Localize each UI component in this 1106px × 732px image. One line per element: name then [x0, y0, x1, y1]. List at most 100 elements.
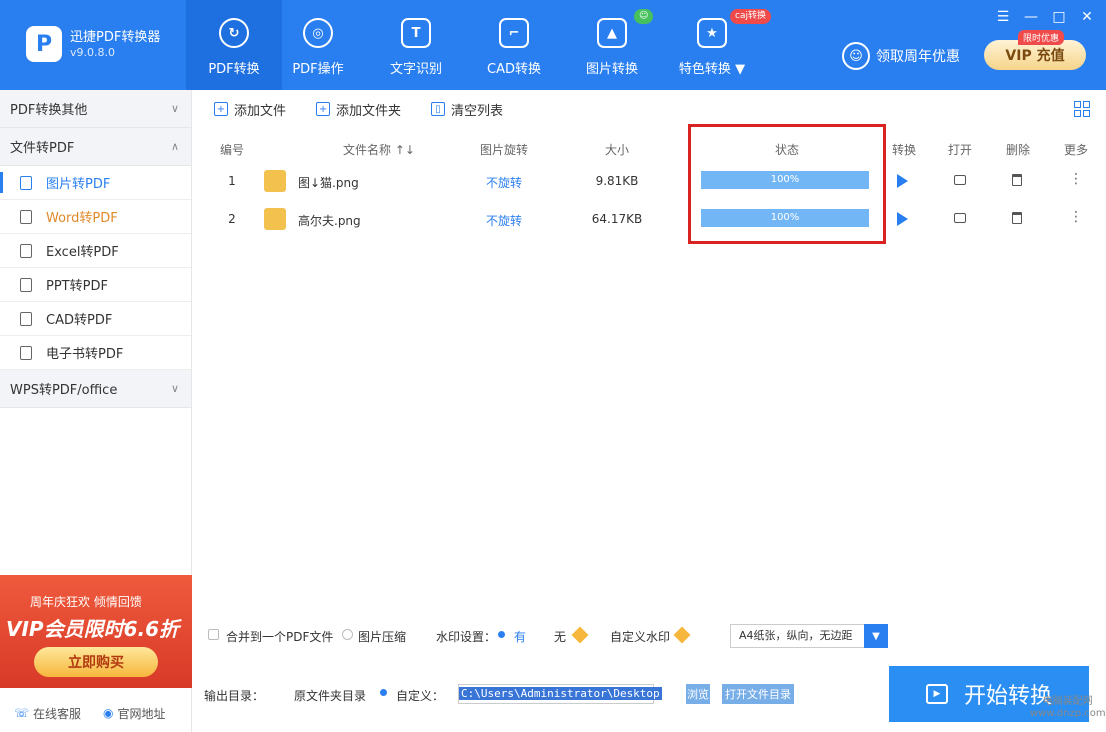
trash-icon: ▯ — [431, 102, 446, 116]
file-size: 64.17KB — [591, 212, 643, 226]
vip-tag: 限时优惠 — [1018, 30, 1065, 45]
col-rotate: 图片旋转 — [479, 143, 528, 157]
caj-badge: caj转换 — [730, 9, 771, 24]
source-dir-option[interactable]: 原文件夹目录 — [294, 687, 366, 704]
app-name: 迅捷PDF转换器 — [70, 30, 161, 45]
refresh-icon: ↻ — [219, 18, 249, 48]
sidebar-item-ebook-to-pdf[interactable]: 电子书转PDF — [0, 336, 191, 370]
merge-label: 合并到一个PDF文件 — [226, 630, 334, 644]
title-bar: P 迅捷PDF转换器 v9.0.8.0 ↻ PDF转换 ◎ PDF操作 T 文字… — [0, 0, 1106, 90]
clear-list-button[interactable]: ▯ 清空列表 — [431, 100, 503, 119]
merge-checkbox[interactable] — [208, 629, 219, 640]
minimize-icon[interactable]: — — [1022, 8, 1040, 26]
vip-diamond-icon — [673, 626, 691, 644]
banner-line2: VIP会员限时6.6折 — [6, 617, 180, 641]
tab-pdf-convert[interactable]: ↻ PDF转换 — [186, 0, 282, 90]
promo-text: 领取周年优惠 — [876, 49, 960, 65]
promo-link[interactable]: ☺ 领取周年优惠 — [842, 42, 960, 70]
sidebar-item-ppt-to-pdf[interactable]: PPT转PDF — [0, 268, 191, 302]
tab-pdf-operate[interactable]: ◎ PDF操作 — [270, 0, 366, 90]
sidebar-group-wps[interactable]: WPS转PDF/office ∨ — [0, 370, 191, 408]
vip-diamond-icon — [571, 626, 589, 644]
buy-now-button[interactable]: 立即购买 — [34, 647, 158, 677]
tab-label: CAD转换 — [487, 62, 541, 77]
site-watermark: 电脑装配网 www.dnzp.com — [1030, 696, 1106, 719]
col-size: 大小 — [604, 143, 629, 157]
table-row[interactable]: 2 高尔夫.png 不旋转 64.17KB 100% ⋮ — [192, 201, 1106, 239]
play-icon[interactable] — [897, 174, 911, 188]
grid-view-icon[interactable] — [1074, 101, 1090, 117]
logo-letter: P — [35, 31, 53, 57]
file-name: 图↓猫.png — [298, 176, 359, 190]
sidebar-footer: ☏ 在线客服 ◉ 官网地址 — [0, 694, 192, 732]
banner-line1: 周年庆狂欢 倾情回馈 — [30, 595, 142, 609]
text-scan-icon: T — [401, 18, 431, 48]
add-file-icon: + — [214, 102, 228, 116]
sidebar-item-cad-to-pdf[interactable]: CAD转PDF — [0, 302, 191, 336]
col-open: 打开 — [947, 143, 972, 157]
row-num: 1 — [228, 174, 236, 188]
compress-checkbox[interactable] — [342, 629, 353, 640]
table-header: 编号 文件名称 ↑↓ 图片旋转 大小 状态 转换 打开 删除 更多 — [192, 132, 1106, 162]
close-icon[interactable]: ✕ — [1078, 8, 1096, 26]
rotate-select[interactable]: 不旋转 — [464, 174, 544, 191]
chevron-up-icon: ∧ — [170, 140, 179, 153]
app-logo: P — [26, 26, 62, 62]
trash-icon[interactable] — [1012, 212, 1024, 224]
add-folder-icon: + — [316, 102, 331, 116]
target-icon: ◎ — [303, 18, 333, 48]
tab-ocr[interactable]: T 文字识别 — [368, 0, 464, 90]
folder-icon[interactable] — [954, 213, 968, 223]
compress-label: 图片压缩 — [358, 630, 407, 644]
sort-icon[interactable]: ↑↓ — [395, 143, 415, 157]
tab-label: PDF转换 — [208, 62, 260, 77]
table-row[interactable]: 1 图↓猫.png 不旋转 9.81KB 100% ⋮ — [192, 163, 1106, 201]
image-file-icon — [20, 175, 32, 190]
rotate-select[interactable]: 不旋转 — [464, 212, 544, 229]
open-dir-button[interactable]: 打开文件目录 — [722, 684, 794, 704]
col-name[interactable]: 文件名称 ↑↓ — [324, 141, 434, 158]
doc-icon — [20, 243, 32, 258]
chevron-down-icon[interactable]: ▼ — [864, 624, 888, 648]
sidebar-item-image-to-pdf[interactable]: 图片转PDF — [0, 166, 191, 200]
website-link[interactable]: 官网地址 — [118, 705, 166, 722]
new-badge: ☺ — [634, 9, 654, 24]
sidebar-item-excel-to-pdf[interactable]: Excel转PDF — [0, 234, 191, 268]
options-bar: 合并到一个PDF文件 图片压缩 水印设置： 有 无 自定义水印 A4纸张，纵向，… — [192, 618, 1106, 654]
headset-icon: ☏ — [14, 706, 30, 720]
output-label: 输出目录： — [204, 689, 265, 703]
maximize-icon[interactable]: □ — [1050, 8, 1068, 26]
col-convert: 转换 — [891, 143, 916, 157]
tab-cad[interactable]: ⌐ CAD转换 — [466, 0, 562, 90]
more-icon[interactable]: ⋮ — [1068, 209, 1084, 225]
add-file-button[interactable]: + 添加文件 — [214, 100, 286, 119]
trash-icon[interactable] — [1012, 174, 1024, 186]
folder-icon[interactable] — [954, 175, 968, 185]
custom-watermark-label[interactable]: 自定义水印 — [610, 628, 670, 645]
col-num: 编号 — [219, 143, 244, 157]
watermark-yes-radio[interactable] — [498, 631, 505, 638]
row-num: 2 — [228, 212, 236, 226]
sidebar-group-pdf-other[interactable]: PDF转换其他 ∨ — [0, 90, 191, 128]
doc-icon — [20, 209, 32, 224]
sidebar-group-file-to-pdf[interactable]: 文件转PDF ∧ — [0, 128, 191, 166]
add-folder-button[interactable]: + 添加文件夹 — [316, 100, 401, 119]
chevron-down-icon: ∨ — [170, 102, 179, 115]
cad-icon: ⌐ — [499, 18, 529, 48]
sidebar: PDF转换其他 ∨ 文件转PDF ∧ 图片转PDF Word转PDF Excel转P… — [0, 90, 192, 732]
play-icon[interactable] — [897, 212, 911, 226]
doc-icon — [20, 277, 32, 292]
file-name: 高尔夫.png — [298, 214, 361, 228]
custom-dir-radio[interactable] — [380, 689, 387, 696]
tab-label: 特色转换 ▼ — [678, 62, 746, 77]
support-link[interactable]: 在线客服 — [33, 705, 81, 722]
sidebar-item-word-to-pdf[interactable]: Word转PDF — [0, 200, 191, 234]
watermark-no-label[interactable]: 无 — [554, 628, 566, 645]
toolbar: + 添加文件 + 添加文件夹 ▯ 清空列表 — [192, 90, 1106, 128]
output-path-input[interactable]: C:\Users\Administrator\Desktop — [458, 684, 662, 704]
more-icon[interactable]: ⋮ — [1068, 171, 1084, 187]
browse-button[interactable]: 浏览 — [686, 684, 710, 704]
promo-banner[interactable]: 周年庆狂欢 倾情回馈 VIP会员限时6.6折 立即购买 — [0, 575, 192, 688]
custom-dir-label: 自定义： — [396, 689, 445, 703]
menu-icon[interactable]: ☰ — [994, 8, 1012, 26]
